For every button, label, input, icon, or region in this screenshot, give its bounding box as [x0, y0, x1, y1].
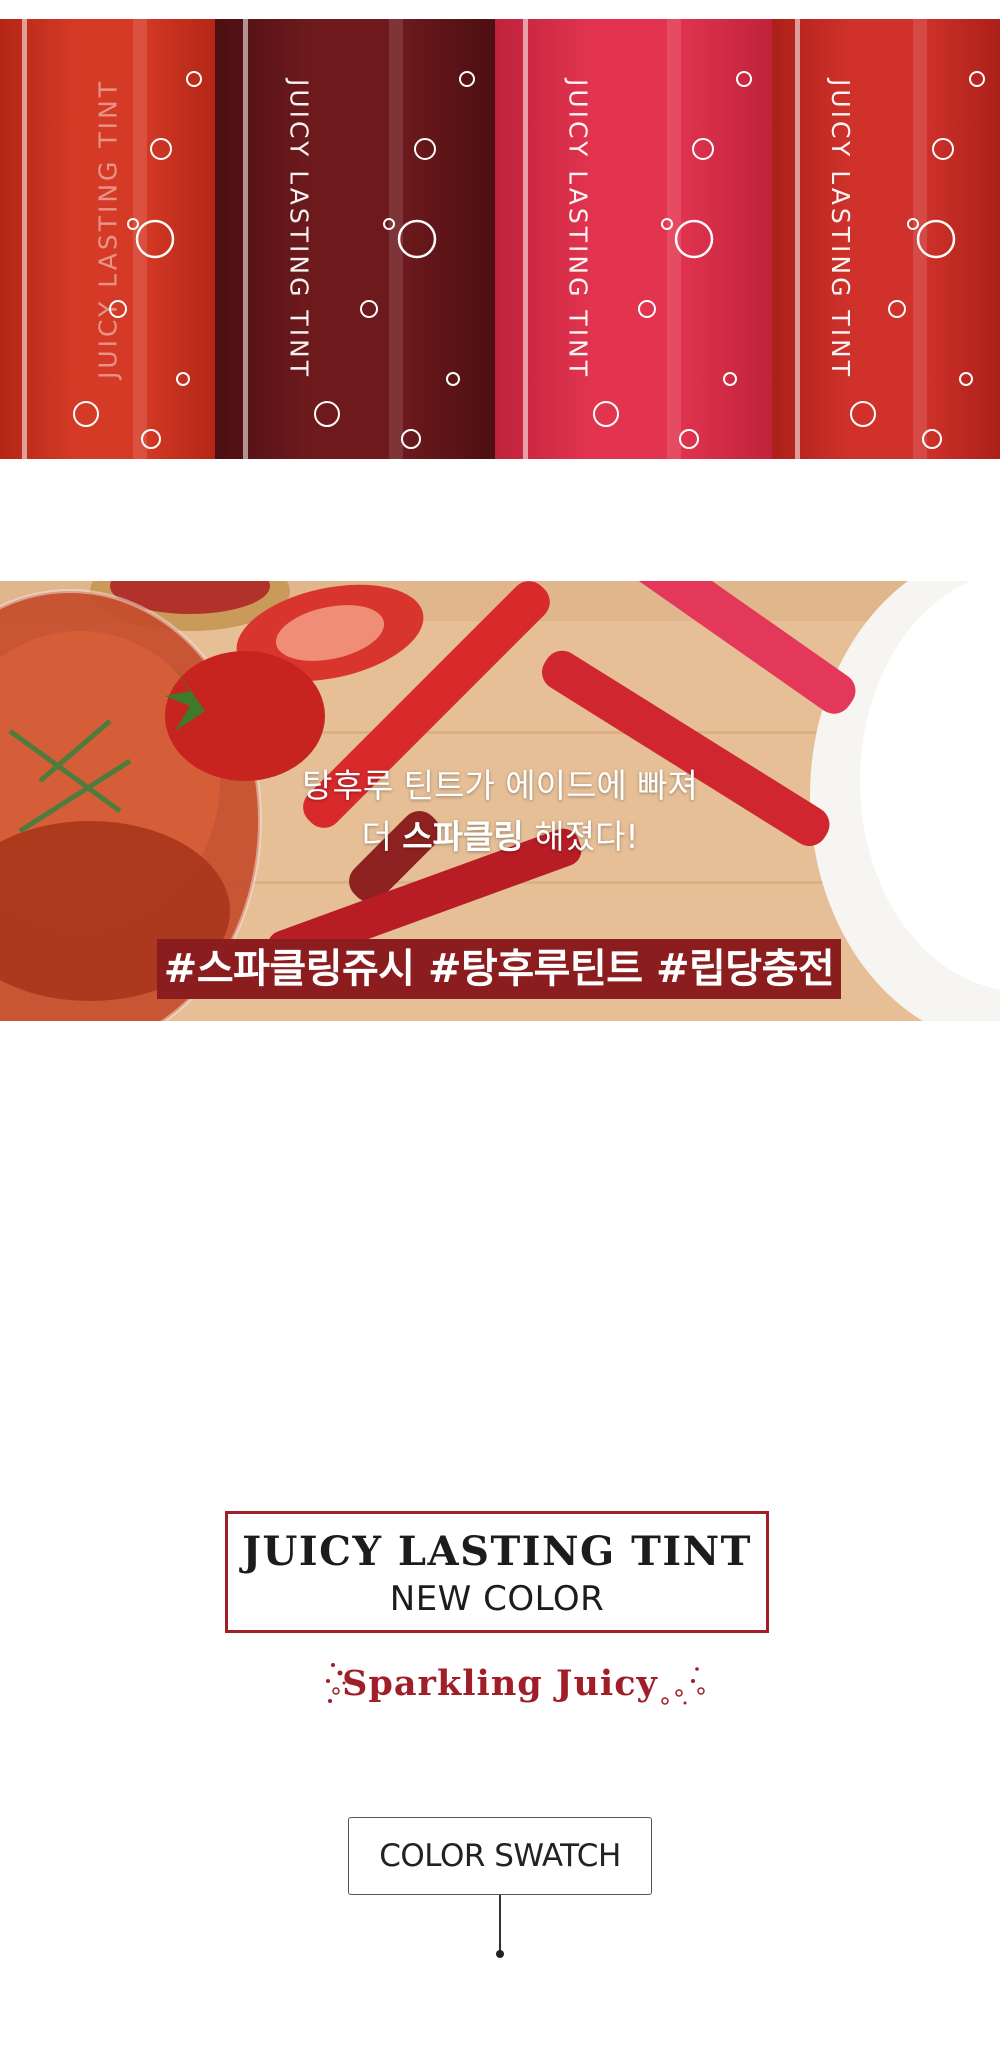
product-title-box: JUICY LASTING TINT NEW COLOR — [225, 1511, 769, 1633]
tint-tube-3: JUICY LASTING TINT — [495, 19, 772, 459]
watermelon-icon — [593, 71, 752, 449]
product-name: JUICY LASTING TINT — [242, 1528, 752, 1575]
hero-tubes-photo: JUICY LASTING TINT JUICY LASTING TINT JUIC… — [0, 19, 1000, 459]
scene-caption-pre: 더 — [361, 817, 403, 856]
scene-caption-line-2: 더 스파클링 해졌다! — [0, 810, 1000, 858]
scene-caption-bold: 스파클링 — [402, 817, 524, 856]
color-swatch-button[interactable]: COLOR SWATCH — [348, 1817, 652, 1895]
swatch-connector-dot — [496, 1950, 504, 1958]
strawberry-icon — [850, 71, 985, 449]
swatch-connector-line — [499, 1895, 501, 1951]
tint-tube-2: JUICY LASTING TINT — [215, 19, 495, 459]
scene-caption-post: 해졌다! — [523, 817, 639, 856]
hashtag-banner: #스파클링쥬시 #탕후루틴트 #립당충전 — [157, 939, 841, 999]
new-color-subtitle: NEW COLOR — [389, 1579, 605, 1619]
tint-tube-1: JUICY LASTING TINT — [0, 19, 215, 459]
sparkling-juicy-tagline: Sparkling Juicy — [342, 1663, 658, 1704]
scene-caption-line-1: 탕후루 틴트가 에이드에 빠져 — [302, 766, 698, 805]
tagline-row: Sparkling Juicy — [0, 1655, 1000, 1715]
sparkle-dots-right-icon — [661, 1667, 705, 1705]
product-scene-photo: 탕후루 틴트가 에이드에 빠져 더 스파클링 해졌다! #스파클링쥬시 #탕후루… — [0, 581, 1000, 1021]
cherry-icon — [73, 71, 202, 449]
tint-tube-4: JUICY LASTING TINT — [772, 19, 1000, 459]
peach-icon — [314, 71, 475, 449]
